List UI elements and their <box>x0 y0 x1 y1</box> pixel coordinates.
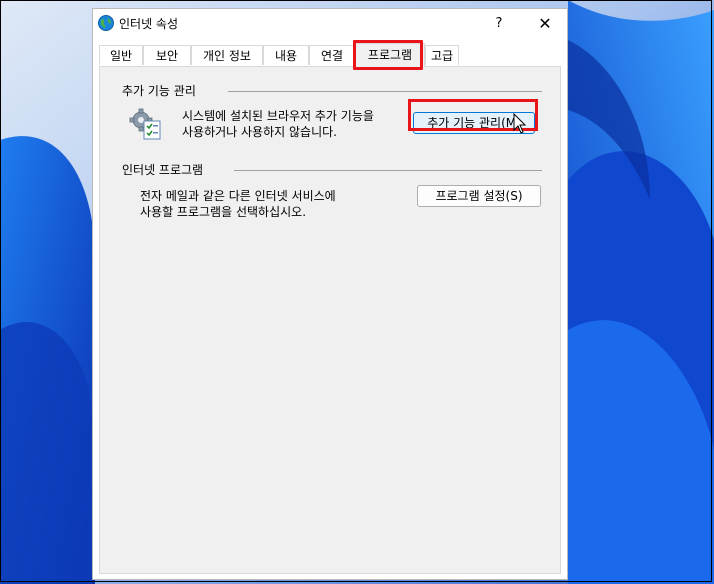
tab-security[interactable]: 보안 <box>143 45 191 65</box>
window-title: 인터넷 속성 <box>119 17 179 31</box>
tab-content[interactable]: 내용 <box>263 45 309 65</box>
group-divider-internet-programs <box>234 170 542 171</box>
internet-properties-dialog: 인터넷 속성 ? ✕ 추가 기능 관리 시스템에 설치된 브라우저 추가 기능을… <box>92 8 568 580</box>
internet-programs-description-line2: 사용할 프로그램을 선택하십시오. <box>140 205 307 219</box>
gear-checklist-icon <box>129 108 161 140</box>
internet-programs-description-line1: 전자 메일과 같은 다른 인터넷 서비스에 <box>140 189 336 203</box>
close-button[interactable]: ✕ <box>523 11 567 37</box>
mouse-pointer-icon <box>513 113 527 134</box>
tab-advanced[interactable]: 고급 <box>425 45 459 65</box>
group-divider-addons <box>228 91 542 92</box>
group-title-internet-programs: 인터넷 프로그램 <box>122 161 210 178</box>
title-bar: 인터넷 속성 ? ✕ <box>93 9 567 39</box>
internet-globe-icon <box>98 15 114 31</box>
help-button[interactable]: ? <box>479 11 519 37</box>
internet-programs-description: 전자 메일과 같은 다른 인터넷 서비스에 사용할 프로그램을 선택하십시오. <box>140 188 336 220</box>
addons-description-line1: 시스템에 설치된 브라우저 추가 기능을 <box>182 109 374 123</box>
tab-privacy[interactable]: 개인 정보 <box>191 45 263 65</box>
addons-description: 시스템에 설치된 브라우저 추가 기능을 사용하거나 사용하지 않습니다. <box>182 108 374 140</box>
group-title-addons: 추가 기능 관리 <box>122 82 202 99</box>
set-programs-button[interactable]: 프로그램 설정(S) <box>417 185 541 207</box>
tab-general[interactable]: 일반 <box>99 45 143 65</box>
addons-description-line2: 사용하거나 사용하지 않습니다. <box>182 125 337 139</box>
tab-connections[interactable]: 연결 <box>309 45 355 65</box>
tab-strip: 일반 보안 개인 정보 내용 연결 프로그램 고급 <box>99 43 559 67</box>
tab-programs-highlight <box>353 40 423 70</box>
tab-panel-programs: 추가 기능 관리 시스템에 설치된 브라우저 추가 기능을 사용하거나 사용하지… <box>99 66 561 574</box>
